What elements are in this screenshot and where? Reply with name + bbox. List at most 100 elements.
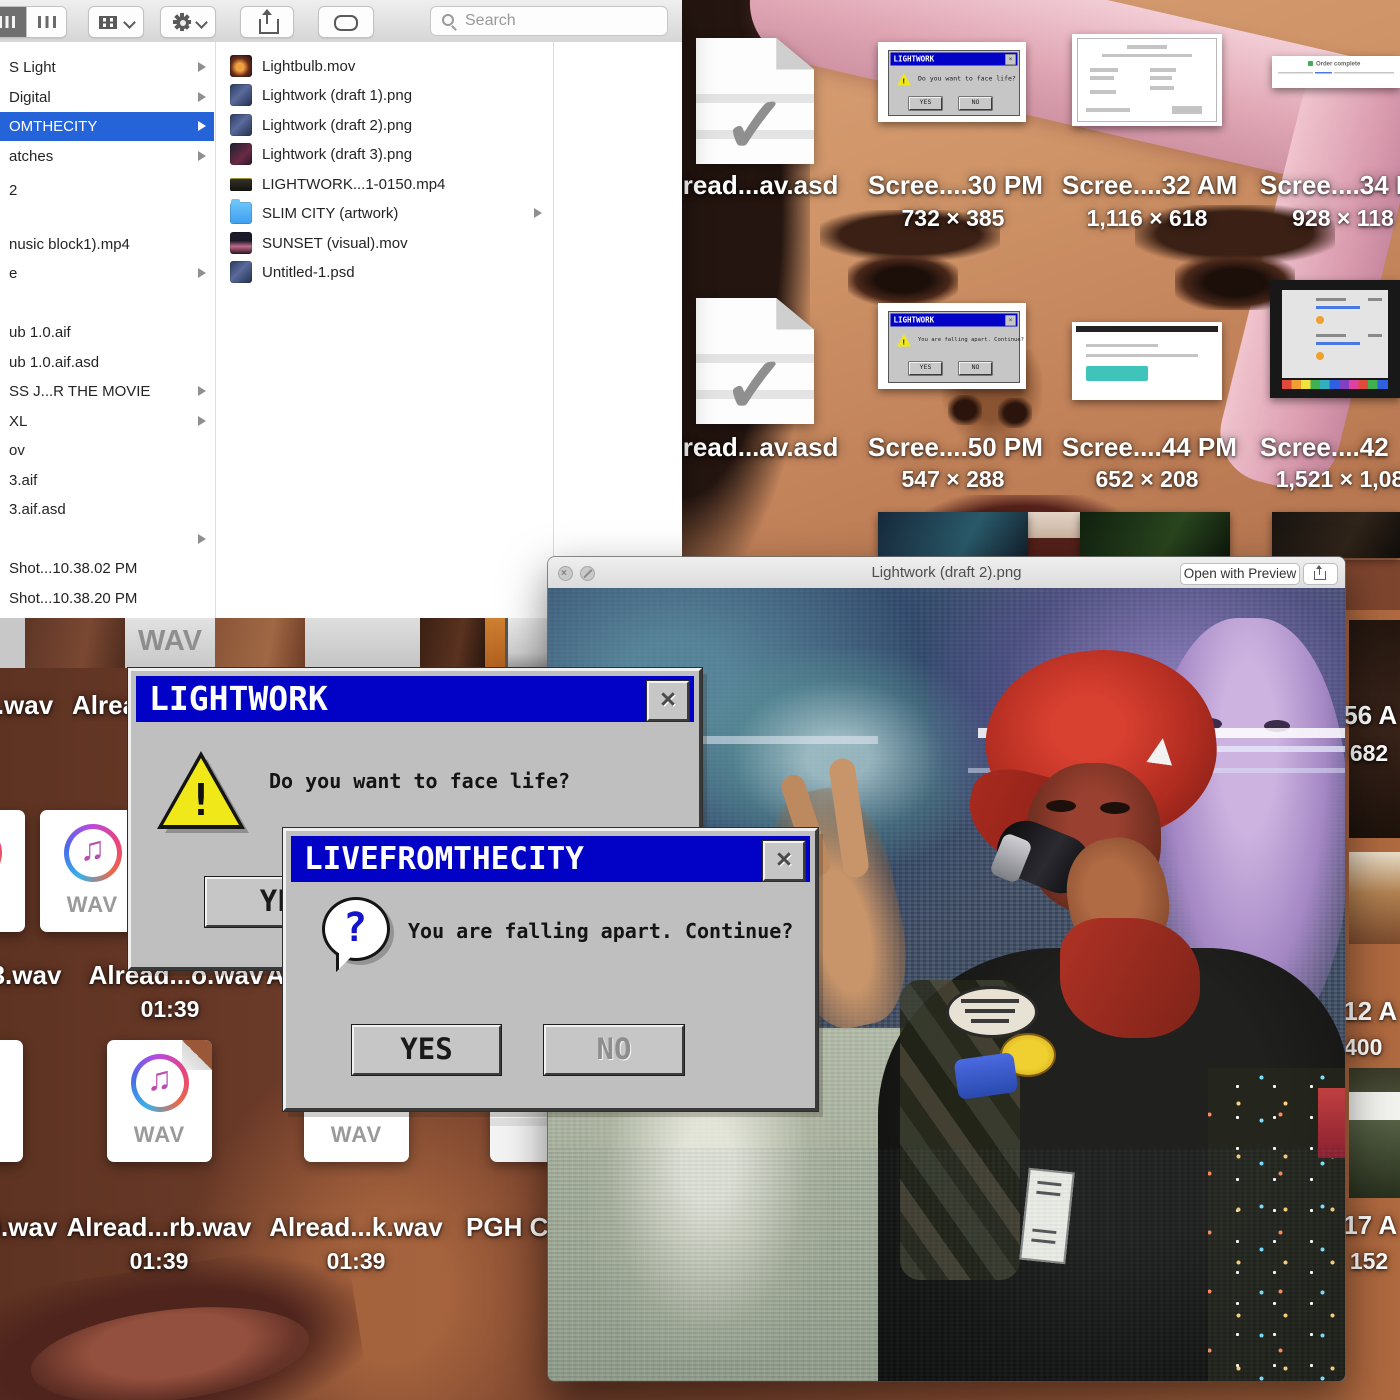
finder-item[interactable]: Digital [0, 83, 214, 112]
file-label[interactable]: Scree....44 PM [1062, 432, 1232, 463]
man-eye [1046, 800, 1076, 812]
file-label-partial[interactable]: .56 A [1336, 700, 1400, 731]
wav-file-icon[interactable]: ♫ WAV [0, 1040, 23, 1162]
arrange-button[interactable] [88, 6, 144, 38]
action-button[interactable] [160, 6, 216, 38]
screenshot-thumb-partial[interactable] [1080, 512, 1230, 558]
share-icon [1314, 571, 1326, 580]
file-label-partial[interactable]: .12 A [1336, 996, 1400, 1027]
wav-file-icon[interactable]: ♫ WAV [107, 1040, 212, 1162]
screenshot-thumb-partial[interactable] [1272, 512, 1400, 558]
dialog-titlebar[interactable]: LIVEFROMTHECITY [291, 836, 810, 882]
finder-item[interactable]: Lightbulb.mov [216, 52, 552, 81]
file-label[interactable]: Alread...rb.wav [64, 1212, 254, 1243]
file-label[interactable]: Scree....42 [1258, 432, 1400, 463]
share-button[interactable] [1303, 563, 1338, 585]
chevron-down-icon [123, 16, 136, 29]
photo-fragment [485, 618, 505, 668]
tags-button[interactable] [318, 6, 374, 38]
file-label-partial[interactable]: 3.wav [0, 960, 66, 991]
movie-thumb-icon [230, 55, 252, 77]
finder-item[interactable]: ub 1.0.aif [0, 318, 214, 347]
file-label[interactable]: Scree....30 PM [868, 170, 1038, 201]
quicklook-titlebar[interactable]: × Lightwork (draft 2).png Open with Prev… [548, 557, 1345, 589]
search-field[interactable] [430, 6, 668, 36]
finder-item[interactable]: Untitled-1.psd [216, 258, 552, 287]
file-label[interactable]: Scree....34 P [1258, 170, 1400, 201]
finder-item[interactable]: XL [0, 407, 214, 436]
file-label-partial[interactable]: 0.wav [0, 1212, 64, 1243]
file-label[interactable]: lread...av.asd [672, 432, 842, 463]
finder-item[interactable]: ub 1.0.aif.asd [0, 348, 214, 377]
screenshot-thumb-partial[interactable] [878, 512, 1028, 558]
screenshot-thumb-window[interactable] [1270, 280, 1400, 398]
dialog-close-button[interactable]: × [763, 841, 805, 881]
finder-item[interactable]: Lightwork (draft 2).png [216, 111, 552, 140]
finder-item[interactable]: atches [0, 142, 214, 171]
continue-shopping-button-thumb [1086, 366, 1148, 381]
screenshot-thumb-shop[interactable] [1072, 322, 1222, 400]
finder-item[interactable]: Lightwork (draft 1).png [216, 81, 552, 110]
file-label-partial[interactable]: .17 A [1336, 1210, 1400, 1241]
item-label: 2 [9, 182, 17, 199]
finder-item[interactable]: SUNSET (visual).mov [216, 229, 552, 258]
item-label: Untitled-1.psd [262, 258, 355, 287]
finder-item-selected[interactable]: OMTHECITY [0, 112, 214, 141]
item-label: ub 1.0.aif [9, 324, 71, 341]
item-label: Lightwork (draft 2).png [262, 111, 412, 140]
screenshot-thumb-receipt[interactable] [1072, 34, 1222, 126]
yes-button[interactable]: YES [352, 1025, 501, 1075]
finder-item[interactable]: 3.aif.asd [0, 495, 214, 524]
finder-item[interactable]: SLIM CITY (artwork) [216, 199, 552, 228]
screenshot-thumb-dialog-1[interactable]: LIGHTWORK × ! Do you want to face life? … [878, 42, 1026, 122]
finder-item[interactable]: ov [0, 436, 214, 465]
file-icon-asd-1[interactable]: ✓ [696, 38, 814, 164]
item-label: S Light [9, 59, 56, 76]
green-check-icon [1308, 61, 1313, 66]
item-label: atches [9, 148, 53, 165]
finder-item[interactable]: SS J...R THE MOVIE [0, 377, 214, 406]
column-divider [553, 42, 554, 622]
file-label[interactable]: Scree....50 PM [868, 432, 1038, 463]
item-label: nusic block1).mp4 [9, 236, 130, 253]
file-label-partial[interactable]: .wav [0, 690, 64, 721]
dialog-close-button[interactable]: × [647, 681, 689, 721]
thumb-partial-right[interactable] [1349, 852, 1400, 944]
no-button[interactable]: NO [544, 1025, 684, 1075]
file-label[interactable]: Scree....32 AM [1062, 170, 1232, 201]
screenshot-thumb-order-banner[interactable]: Order complete [1272, 56, 1400, 88]
finder-item[interactable]: nusic block1).mp4 [0, 230, 214, 259]
finder-item[interactable]: Shot...10.38.20 PM [0, 584, 214, 613]
finder-item[interactable]: LIGHTWORK...1-0150.mp4 [216, 170, 552, 199]
finder-item[interactable] [0, 525, 214, 554]
finder-item[interactable]: Lightwork (draft 3).png [216, 140, 552, 169]
finder-item[interactable]: 2 [0, 176, 214, 205]
music-note-icon: ♫ [107, 1060, 212, 1099]
share-button[interactable] [240, 6, 294, 38]
file-label[interactable]: lread...av.asd [672, 170, 842, 201]
file-duration: 01:39 [99, 1248, 219, 1275]
finder-item[interactable]: Shot...10.38.02 PM [0, 554, 214, 583]
finder-item[interactable]: e [0, 259, 214, 288]
file-icon-asd-2[interactable]: ✓ [696, 298, 814, 424]
thumb-partial-right[interactable] [1349, 1068, 1400, 1198]
file-dimensions: 732 × 385 [868, 205, 1038, 232]
check-icon: ✓ [696, 340, 814, 431]
wav-file-icon[interactable]: ♫ WAV [0, 810, 25, 932]
search-input[interactable] [463, 9, 657, 33]
file-dimensions-partial: 400 [1344, 1034, 1400, 1061]
open-with-preview-button[interactable]: Open with Preview [1180, 563, 1300, 585]
wav-icon-fragment[interactable]: WAV [125, 618, 215, 668]
screenshot-thumb-dialog-2[interactable]: LIGHTWORK × ! You are falling apart. Con… [878, 303, 1026, 389]
file-label[interactable]: Alread...k.wav [266, 1212, 446, 1243]
view-switcher[interactable] [0, 6, 67, 38]
chevron-down-icon [195, 16, 208, 29]
finder-item[interactable]: 3.aif [0, 466, 214, 495]
photo-fragment [420, 618, 485, 668]
item-label: SS J...R THE MOVIE [9, 383, 150, 400]
finder-item[interactable]: S Light [0, 53, 214, 82]
dialog-titlebar[interactable]: LIGHTWORK [136, 676, 694, 722]
file-dimensions: 1,116 × 618 [1062, 205, 1232, 232]
column-view-button[interactable] [0, 7, 26, 37]
coverflow-view-button[interactable] [26, 7, 66, 37]
